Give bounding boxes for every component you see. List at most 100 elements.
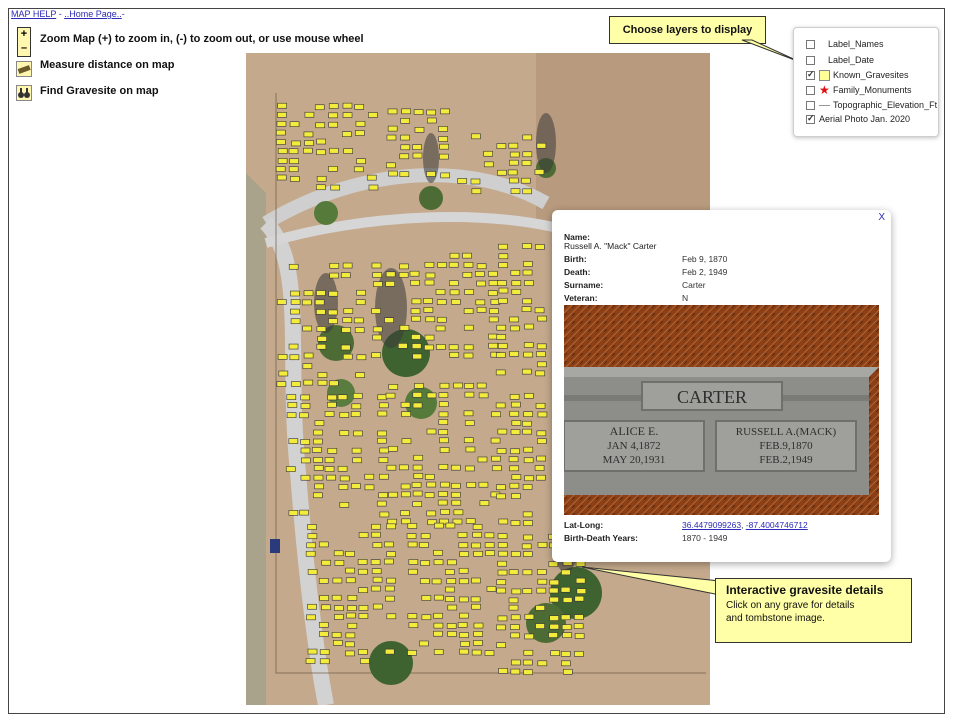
gravesite-marker[interactable]: [463, 437, 474, 443]
gravesite-marker[interactable]: [523, 457, 534, 464]
gravesite-marker[interactable]: [331, 594, 342, 601]
gravesite-marker[interactable]: [561, 569, 571, 576]
gravesite-marker[interactable]: [399, 325, 410, 331]
gravesite-marker[interactable]: [300, 403, 311, 409]
gravesite-marker[interactable]: [497, 569, 508, 576]
gravesite-marker[interactable]: [434, 594, 444, 601]
gravesite-marker[interactable]: [496, 624, 506, 631]
gravesite-marker[interactable]: [334, 614, 344, 620]
gravesite-marker[interactable]: [371, 262, 382, 269]
gravesite-marker[interactable]: [371, 568, 382, 574]
gravesite-marker[interactable]: [487, 290, 498, 296]
gravesite-marker[interactable]: [317, 379, 328, 386]
gravesite-marker[interactable]: [321, 604, 331, 611]
gravesite-marker[interactable]: [522, 551, 533, 557]
gravesite-marker[interactable]: [302, 363, 313, 369]
gravesite-marker[interactable]: [372, 272, 383, 278]
gravesite-marker[interactable]: [412, 392, 423, 398]
gravesite-marker[interactable]: [304, 140, 314, 146]
gravesite-marker[interactable]: [520, 177, 531, 184]
gravesite-marker[interactable]: [289, 354, 300, 361]
gravesite-marker[interactable]: [288, 148, 299, 155]
gravesite-marker[interactable]: [412, 490, 423, 497]
gravesite-marker[interactable]: [324, 457, 335, 463]
gravesite-marker[interactable]: [522, 134, 533, 141]
gravesite-marker[interactable]: [497, 615, 508, 622]
gravesite-marker[interactable]: [522, 243, 532, 249]
gravesite-marker[interactable]: [462, 252, 472, 259]
gravesite-marker[interactable]: [459, 632, 469, 638]
gravesite-marker[interactable]: [408, 559, 419, 565]
gravesite-marker[interactable]: [426, 510, 437, 517]
gravesite-marker[interactable]: [536, 587, 547, 594]
gravesite-marker[interactable]: [343, 148, 353, 154]
gravesite-marker[interactable]: [458, 542, 469, 549]
gravesite-marker[interactable]: [377, 394, 388, 401]
gravesite-marker[interactable]: [366, 174, 377, 181]
gravesite-marker[interactable]: [372, 542, 383, 548]
gravesite-marker[interactable]: [439, 153, 449, 160]
gravesite-marker[interactable]: [522, 188, 533, 195]
gravesite-marker[interactable]: [437, 499, 448, 506]
gravesite-marker[interactable]: [277, 148, 288, 154]
gravesite-marker[interactable]: [302, 325, 313, 332]
gravesite-marker[interactable]: [341, 327, 352, 333]
gravesite-marker[interactable]: [496, 642, 506, 648]
gravesite-marker[interactable]: [387, 108, 398, 115]
gravesite-marker[interactable]: [497, 560, 507, 567]
gravesite-marker[interactable]: [307, 603, 317, 610]
gravesite-marker[interactable]: [463, 410, 474, 417]
gravesite-marker[interactable]: [358, 532, 369, 538]
gravesite-marker[interactable]: [535, 623, 545, 629]
gravesite-marker[interactable]: [536, 343, 547, 350]
gravesite-marker[interactable]: [445, 586, 455, 593]
gravesite-marker[interactable]: [491, 455, 501, 462]
gravesite-marker[interactable]: [398, 343, 408, 349]
gravesite-marker[interactable]: [448, 344, 459, 351]
gravesite-marker[interactable]: [425, 272, 436, 279]
gravesite-marker[interactable]: [509, 410, 520, 417]
gravesite-marker[interactable]: [286, 394, 297, 400]
gravesite-marker[interactable]: [334, 560, 345, 566]
gravesite-marker[interactable]: [318, 578, 329, 584]
gravesite-marker[interactable]: [304, 111, 315, 118]
gravesite-marker[interactable]: [510, 520, 521, 526]
gravesite-marker[interactable]: [451, 491, 461, 498]
gravesite-marker[interactable]: [411, 298, 422, 305]
gravesite-marker[interactable]: [290, 299, 301, 305]
gravesite-marker[interactable]: [340, 344, 351, 351]
gravesite-marker[interactable]: [498, 518, 509, 525]
gravesite-marker[interactable]: [329, 272, 339, 279]
gravesite-marker[interactable]: [412, 152, 423, 159]
gravesite-marker[interactable]: [535, 605, 546, 611]
gravesite-marker[interactable]: [426, 392, 437, 399]
gravesite-marker[interactable]: [511, 474, 522, 480]
gravesite-marker[interactable]: [385, 271, 396, 278]
gravesite-marker[interactable]: [536, 455, 546, 462]
popup-close-button[interactable]: X: [878, 212, 885, 223]
gravesite-marker[interactable]: [407, 649, 417, 656]
gravesite-marker[interactable]: [413, 454, 424, 461]
gravesite-marker[interactable]: [449, 252, 460, 259]
gravesite-marker[interactable]: [342, 317, 353, 323]
gravesite-marker[interactable]: [342, 112, 353, 118]
gravesite-marker[interactable]: [510, 429, 521, 435]
gravesite-marker[interactable]: [401, 491, 411, 498]
gravesite-marker[interactable]: [496, 448, 507, 454]
layer-checkbox[interactable]: [806, 85, 815, 95]
gravesite-marker[interactable]: [316, 184, 326, 191]
gravesite-marker[interactable]: [524, 633, 534, 640]
gravesite-marker[interactable]: [497, 280, 507, 286]
gravesite-marker[interactable]: [549, 623, 560, 630]
gravesite-marker[interactable]: [562, 632, 572, 638]
gravesite-marker[interactable]: [470, 596, 481, 603]
gravesite-marker[interactable]: [372, 334, 382, 341]
gravesite-marker[interactable]: [451, 499, 462, 506]
gravesite-marker[interactable]: [401, 108, 411, 115]
gravesite-marker[interactable]: [345, 567, 355, 574]
gravesite-marker[interactable]: [285, 466, 296, 472]
gravesite-marker[interactable]: [464, 391, 475, 398]
gravesite-marker[interactable]: [509, 159, 519, 166]
gravesite-marker[interactable]: [509, 325, 520, 332]
gravesite-marker[interactable]: [412, 402, 423, 409]
